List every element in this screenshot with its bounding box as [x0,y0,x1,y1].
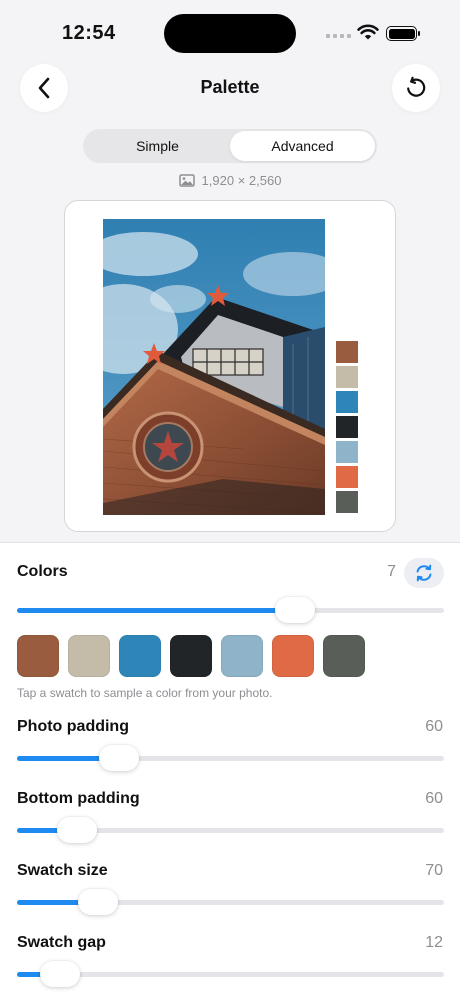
photo-padding-label: Photo padding [17,718,129,735]
photo-padding-slider[interactable] [17,743,444,773]
photo-padding-value: 60 [425,718,443,735]
swatch-gap-slider[interactable] [17,959,444,989]
preview-swatch-1 [336,341,358,363]
status-bar: 12:54 [0,0,460,60]
settings-panel: Colors 7 Tap a swatch to sample a color … [0,542,460,1000]
palette-preview [64,200,396,532]
bottom-padding-slider[interactable] [17,815,444,845]
color-swatch-5[interactable] [221,635,263,677]
photo-preview [103,219,325,515]
colors-count: 7 [387,563,396,580]
color-swatch-2[interactable] [68,635,110,677]
color-swatch-4[interactable] [170,635,212,677]
swatch-gap-label: Swatch gap [17,934,106,951]
cellular-signal-icon [326,34,351,38]
color-swatches [17,635,365,677]
segment-simple[interactable]: Simple [85,131,230,161]
slider-thumb[interactable] [39,961,80,987]
swatch-hint: Tap a swatch to sample a color from your… [17,686,273,700]
color-swatch-6[interactable] [272,635,314,677]
colors-label: Colors [17,563,68,580]
swatch-size-value: 70 [425,862,443,879]
refresh-icon [416,564,432,582]
image-dimensions: 1,920 × 2,560 [201,173,282,188]
color-swatch-1[interactable] [17,635,59,677]
wifi-icon [357,24,379,40]
segment-advanced[interactable]: Advanced [230,131,375,161]
preview-swatch-2 [336,366,358,388]
reset-button[interactable] [392,64,440,112]
preview-swatch-4 [336,416,358,438]
slider-fill [17,608,295,613]
preview-swatch-6 [336,466,358,488]
preview-swatch-strip [336,341,358,513]
slider-thumb[interactable] [99,745,140,771]
image-info: 1,920 × 2,560 [0,173,460,188]
bottom-padding-value: 60 [425,790,443,807]
mode-segmented-control: Simple Advanced [83,129,377,163]
photo-icon [178,174,195,187]
dynamic-island [164,14,296,53]
slider-thumb[interactable] [56,817,97,843]
color-swatch-7[interactable] [323,635,365,677]
swatch-size-slider[interactable] [17,887,444,917]
status-time: 12:54 [62,22,116,44]
bottom-padding-label: Bottom padding [17,790,140,807]
colors-slider[interactable] [17,595,444,625]
slider-thumb[interactable] [274,597,315,623]
slider-track [17,972,444,977]
slider-thumb[interactable] [78,889,119,915]
color-swatch-3[interactable] [119,635,161,677]
preview-swatch-5 [336,441,358,463]
top-area: 12:54 Palette Simple Advanced 1,920 × 2,… [0,0,460,542]
battery-icon [386,26,420,41]
swatch-gap-value: 12 [425,934,443,951]
regenerate-colors-button[interactable] [404,558,444,588]
swatch-size-label: Swatch size [17,862,108,879]
preview-swatch-3 [336,391,358,413]
preview-swatch-7 [336,491,358,513]
rotate-ccw-icon [407,76,426,97]
page-title: Palette [200,77,260,97]
